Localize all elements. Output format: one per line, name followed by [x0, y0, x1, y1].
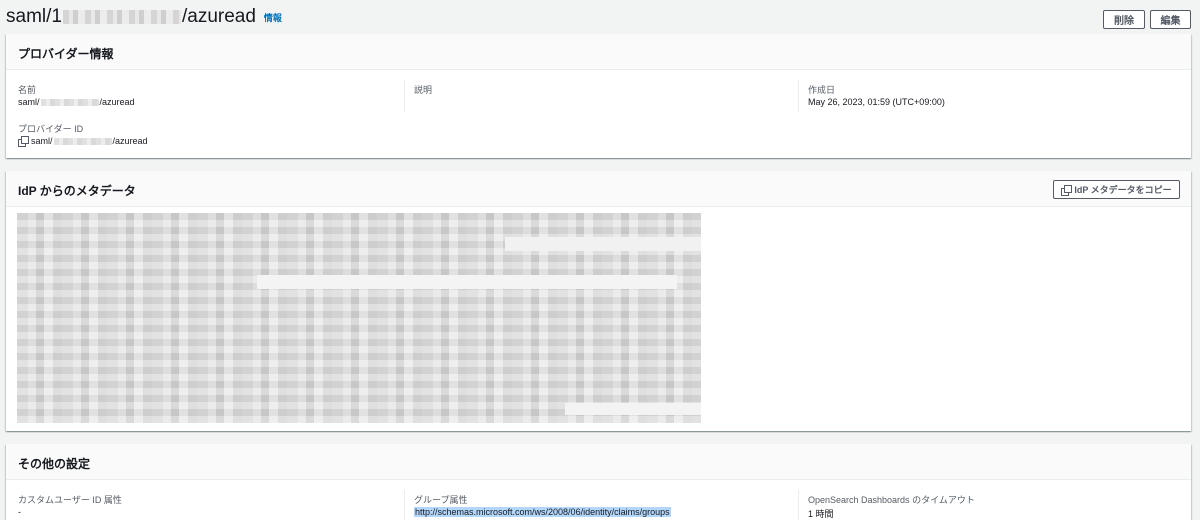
group-attribute-text[interactable]: http://schemas.microsoft.com/ws/2008/06/…	[414, 507, 671, 517]
edit-button[interactable]: 編集	[1150, 10, 1191, 29]
group-attribute-label: グループ属性	[414, 495, 468, 505]
idp-metadata-content-redacted	[17, 213, 701, 423]
delete-button[interactable]: 削除	[1103, 10, 1145, 29]
idp-metadata-header: IdP からのメタデータ IdP メタデータをコピー	[6, 171, 1191, 207]
provider-id-value: saml/ /azuread	[18, 136, 148, 147]
provider-info-title: プロバイダー情報	[18, 47, 114, 61]
copy-idp-metadata-label: IdP メタデータをコピー	[1074, 185, 1172, 195]
idp-metadata-title: IdP からのメタデータ	[18, 184, 136, 198]
created-value: May 26, 2023, 01:59 (UTC+09:00)	[808, 97, 945, 107]
provider-info-panel: プロバイダー情報 名前 saml/ /azuread 説明 作成日 May 26…	[6, 34, 1191, 158]
idp-metadata-panel: IdP からのメタデータ IdP メタデータをコピー	[6, 171, 1191, 431]
column-divider	[404, 80, 405, 112]
column-divider	[798, 490, 799, 520]
name-prefix: saml/	[18, 97, 40, 107]
provider-id-label: プロバイダー ID	[18, 124, 84, 134]
provider-id-prefix: saml/	[31, 136, 53, 146]
timeout-value: 1 時間	[808, 509, 834, 519]
info-link[interactable]: 情報	[264, 11, 282, 24]
other-settings-panel: その他の設定 カスタムユーザー ID 属性 - グループ属性 http://sc…	[6, 444, 1191, 520]
redacted-account-id	[62, 10, 181, 24]
copy-icon	[1061, 184, 1073, 196]
timeout-label: OpenSearch Dashboards のタイムアウト	[808, 495, 975, 505]
redaction-gap	[257, 275, 677, 289]
redaction-gap	[505, 237, 701, 251]
other-settings-title: その他の設定	[18, 457, 91, 471]
name-value: saml/ /azuread	[18, 97, 135, 107]
provider-info-header: プロバイダー情報	[6, 34, 1191, 70]
page-header: saml/1 /azuread 情報 削除 編集	[0, 0, 1200, 36]
provider-id-suffix: /azuread	[112, 136, 148, 146]
created-label: 作成日	[808, 85, 836, 95]
redaction-gap	[565, 403, 701, 415]
redacted-name-part	[40, 98, 99, 106]
custom-user-id-label: カスタムユーザー ID 属性	[18, 495, 122, 505]
title-suffix: /azuread	[181, 6, 256, 27]
column-divider	[798, 80, 799, 112]
copy-idp-metadata-button[interactable]: IdP メタデータをコピー	[1053, 180, 1180, 199]
description-label: 説明	[414, 85, 433, 95]
name-suffix: /azuread	[99, 97, 135, 107]
custom-user-id-value: -	[18, 507, 21, 517]
page-title: saml/1 /azuread 情報	[6, 6, 282, 28]
title-prefix: saml/1	[6, 6, 62, 27]
column-divider	[404, 490, 405, 520]
other-settings-header: その他の設定	[6, 444, 1191, 480]
copy-icon[interactable]	[18, 136, 29, 147]
redacted-provider-id-part	[53, 137, 112, 145]
name-label: 名前	[18, 85, 37, 95]
group-attribute-value: http://schemas.microsoft.com/ws/2008/06/…	[414, 507, 671, 517]
